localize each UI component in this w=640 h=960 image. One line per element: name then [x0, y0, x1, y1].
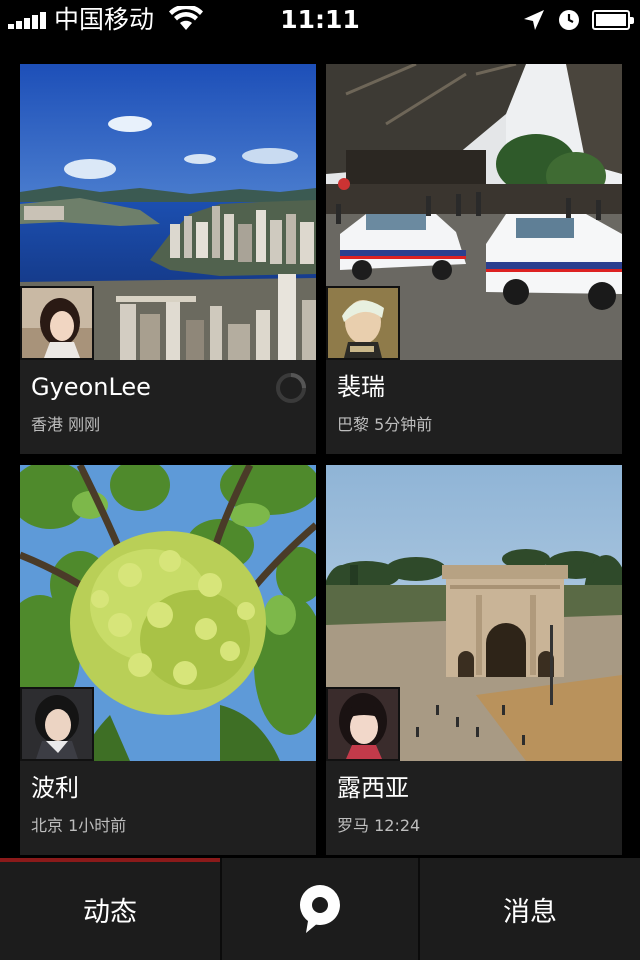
feed-grid: GyeonLee 香港 刚刚 裴瑞 巴黎 5分钟前 波利 北京 1小时前 露西亚…: [0, 40, 640, 858]
post-author-name[interactable]: 露西亚: [337, 771, 409, 805]
feed-card-gyeonlee[interactable]: GyeonLee 香港 刚刚: [20, 64, 316, 454]
post-location-time: 香港 刚刚: [31, 415, 101, 434]
post-location-time: 巴黎 5分钟前: [337, 415, 433, 434]
avatar[interactable]: [20, 286, 94, 360]
loading-spinner-icon: [276, 373, 306, 403]
avatar[interactable]: [20, 687, 94, 761]
post-author-name[interactable]: GyeonLee: [31, 370, 151, 404]
avatar[interactable]: [326, 286, 400, 360]
avatar[interactable]: [326, 687, 400, 761]
alarm-clock-icon: [559, 10, 579, 30]
status-bar: 中国移动 11:11: [0, 0, 640, 40]
feed-card-boli[interactable]: 波利 北京 1小时前: [20, 465, 316, 855]
post-location-time: 罗马 12:24: [337, 816, 421, 835]
post-author-name[interactable]: 裴瑞: [337, 370, 385, 404]
post-location-time: 北京 1小时前: [31, 816, 127, 835]
post-author-name[interactable]: 波利: [31, 771, 79, 805]
bottom-tab-bar: 动态 消息: [0, 858, 640, 960]
feed-card-luxiya[interactable]: 露西亚 罗马 12:24: [326, 465, 622, 855]
location-pin-icon: [300, 885, 340, 933]
location-arrow-icon: [524, 10, 544, 30]
tab-messages[interactable]: 消息: [420, 858, 640, 960]
feed-card-peirui[interactable]: 裴瑞 巴黎 5分钟前: [326, 64, 622, 454]
battery-icon: [592, 10, 634, 30]
tab-location[interactable]: [222, 858, 418, 960]
tab-feed[interactable]: 动态: [0, 858, 220, 960]
